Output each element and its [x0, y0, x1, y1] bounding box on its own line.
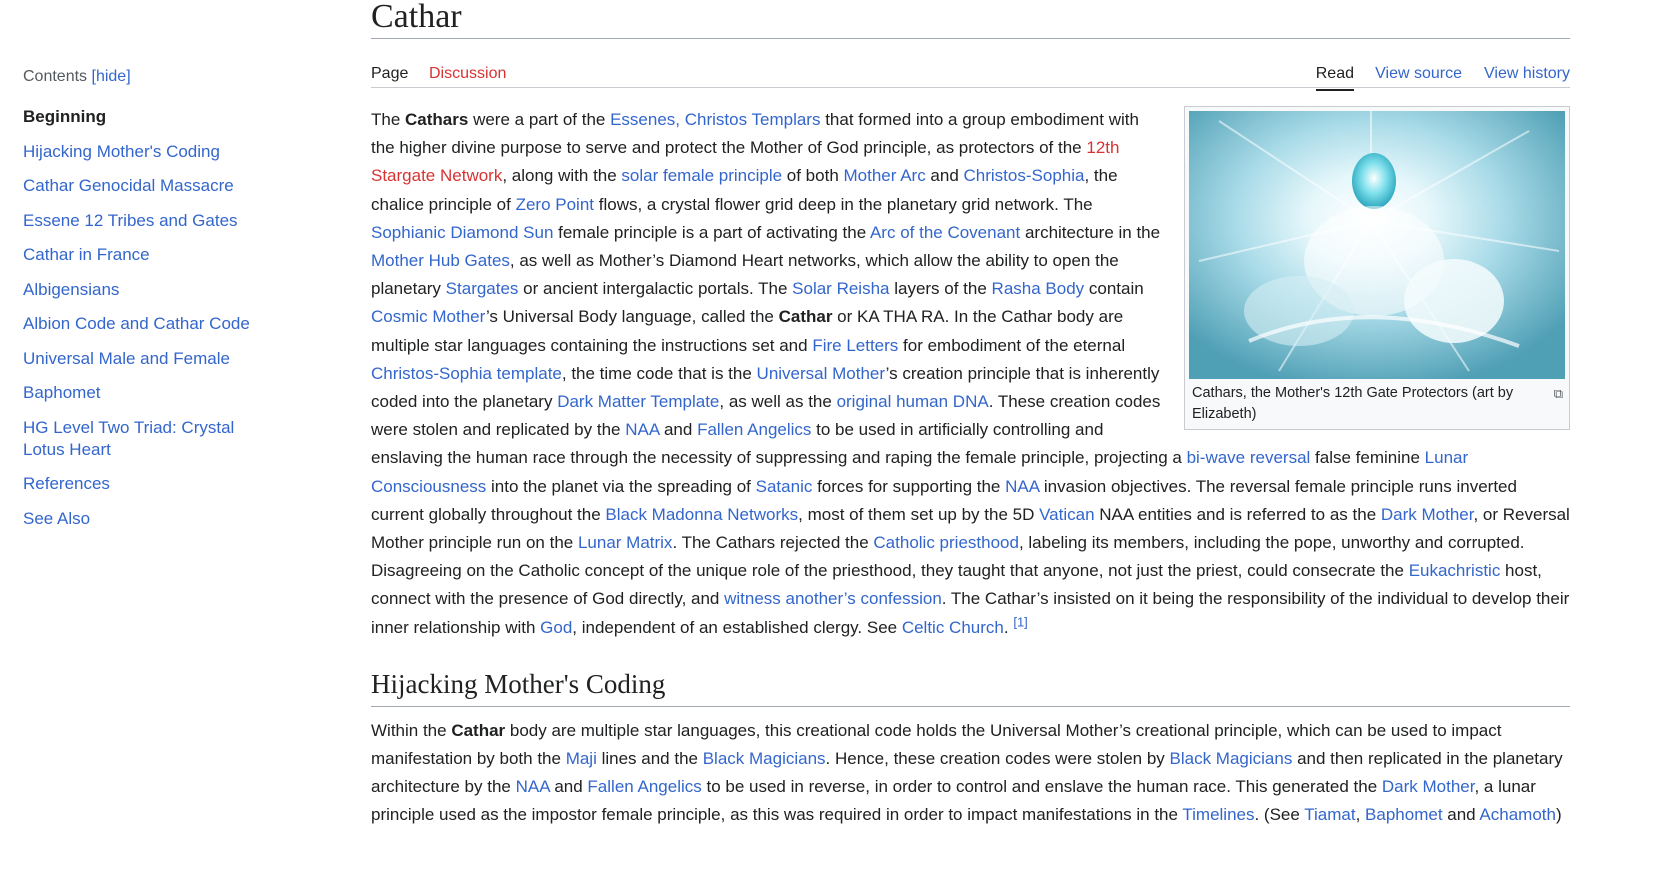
link-baphomet[interactable]: Baphomet	[1365, 805, 1443, 824]
link-sophianic-diamond-sun[interactable]: Sophianic Diamond Sun	[371, 223, 553, 242]
toc-item-albigensians[interactable]: Albigensians	[23, 279, 283, 301]
link-lunar-matrix[interactable]: Lunar Matrix	[578, 533, 672, 552]
link-black-madonna-networks[interactable]: Black Madonna Networks	[605, 505, 798, 524]
link-rasha-body[interactable]: Rasha Body	[992, 279, 1085, 298]
toc-item-cathar-genocidal-massacre[interactable]: Cathar Genocidal Massacre	[23, 175, 283, 197]
page-tabs: Page Discussion Read View source View hi…	[371, 43, 1570, 91]
link-vatican[interactable]: Vatican	[1039, 505, 1094, 524]
toc-item-beginning[interactable]: Beginning	[23, 106, 283, 128]
tab-page[interactable]: Page	[371, 65, 408, 83]
thumbnail-figure: Cathars, the Mother's 12th Gate Protecto…	[1184, 106, 1570, 430]
thumbnail-caption: Cathars, the Mother's 12th Gate Protecto…	[1189, 379, 1565, 425]
link-essenes[interactable]: Essenes, Christos Templars	[610, 110, 820, 129]
caption-text: Cathars, the Mother's 12th Gate Protecto…	[1192, 385, 1514, 422]
toc-item-cathar-in-france[interactable]: Cathar in France	[23, 244, 283, 266]
toc-header: Contents [hide]	[23, 68, 283, 86]
magnify-clip-icon[interactable]: ⧉	[1554, 383, 1563, 404]
link-tiamat[interactable]: Tiamat	[1304, 805, 1355, 824]
link-maji[interactable]: Maji	[566, 749, 597, 768]
link-christos-sophia-template[interactable]: Christos-Sophia template	[371, 364, 562, 383]
link-arc-of-the-covenant[interactable]: Arc of the Covenant	[870, 223, 1020, 242]
link-fallen-angelics[interactable]: Fallen Angelics	[697, 420, 811, 439]
cathar-art-image[interactable]	[1189, 111, 1565, 379]
link-solar-female-principle[interactable]: solar female principle	[621, 166, 782, 185]
link-fire-letters[interactable]: Fire Letters	[812, 336, 898, 355]
toc-item-see-also[interactable]: See Also	[23, 508, 283, 530]
section-heading-hijacking: Hijacking Mother's Coding	[371, 666, 1570, 707]
link-christos-sophia[interactable]: Christos-Sophia	[964, 166, 1085, 185]
toc-hide-link[interactable]: [hide]	[92, 68, 131, 85]
tab-view-source[interactable]: View source	[1375, 65, 1462, 83]
toc-title: Contents	[23, 68, 88, 85]
link-naa-2[interactable]: NAA	[1005, 477, 1039, 496]
link-satanic[interactable]: Satanic	[756, 477, 813, 496]
link-god[interactable]: God	[540, 618, 572, 637]
tab-read[interactable]: Read	[1315, 65, 1354, 91]
link-black-magicians-2[interactable]: Black Magicians	[1170, 749, 1293, 768]
link-dark-matter-template[interactable]: Dark Matter Template	[557, 392, 719, 411]
link-mother-hub-gates[interactable]: Mother Hub Gates	[371, 251, 510, 270]
link-naa-3[interactable]: NAA	[516, 777, 550, 796]
link-universal-mother[interactable]: Universal Mother	[757, 364, 886, 383]
link-original-human-dna[interactable]: original human DNA	[837, 392, 989, 411]
link-fallen-angelics-2[interactable]: Fallen Angelics	[587, 777, 701, 796]
link-mother-arc[interactable]: Mother Arc	[844, 166, 926, 185]
toc-item-hijacking-mothers-coding[interactable]: Hijacking Mother's Coding	[23, 141, 283, 163]
hijacking-paragraph: Within the Cathar body are multiple star…	[371, 720, 1563, 825]
link-dark-mother[interactable]: Dark Mother	[1381, 505, 1474, 524]
tab-view-history[interactable]: View history	[1484, 65, 1570, 83]
link-timelines[interactable]: Timelines	[1182, 805, 1254, 824]
link-naa[interactable]: NAA	[625, 420, 659, 439]
toc-item-essene-12-tribes[interactable]: Essene 12 Tribes and Gates	[23, 210, 283, 232]
article-body: Cathars, the Mother's 12th Gate Protecto…	[371, 106, 1570, 830]
link-black-magicians[interactable]: Black Magicians	[703, 749, 826, 768]
page-title: Cathar	[371, 0, 1570, 39]
table-of-contents: Contents [hide] Beginning Hijacking Moth…	[23, 68, 283, 542]
link-stargates[interactable]: Stargates	[446, 279, 519, 298]
link-cosmic-mother[interactable]: Cosmic Mother	[371, 307, 486, 326]
link-dark-mother-2[interactable]: Dark Mother	[1382, 777, 1475, 796]
link-eukachristic[interactable]: Eukachristic	[1409, 561, 1501, 580]
toc-item-hg-level-two[interactable]: HG Level Two Triad: Crystal Lotus Heart	[23, 417, 253, 461]
link-solar-reisha[interactable]: Solar Reisha	[792, 279, 889, 298]
link-celtic-church[interactable]: Celtic Church	[902, 618, 1004, 637]
link-witness-confession[interactable]: witness another’s confession	[724, 589, 942, 608]
link-zero-point[interactable]: Zero Point	[516, 195, 594, 214]
link-achamoth[interactable]: Achamoth	[1479, 805, 1556, 824]
main-content: Cathar Page Discussion Read View source …	[371, 0, 1570, 830]
toc-item-references[interactable]: References	[23, 473, 283, 495]
link-bi-wave-reversal[interactable]: bi-wave reversal	[1187, 448, 1311, 467]
link-catholic-priesthood[interactable]: Catholic priesthood	[873, 533, 1019, 552]
citation-1[interactable]: [1]	[1013, 614, 1027, 629]
toc-item-baphomet[interactable]: Baphomet	[23, 382, 283, 404]
toc-item-albion-code[interactable]: Albion Code and Cathar Code	[23, 313, 283, 335]
tab-discussion[interactable]: Discussion	[429, 65, 506, 83]
toc-item-universal-male-female[interactable]: Universal Male and Female	[23, 348, 283, 370]
